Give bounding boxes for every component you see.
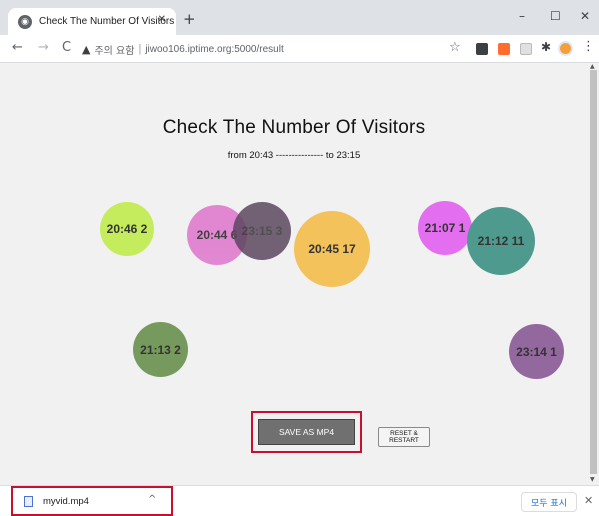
- bubble-label: 20:44 6: [196, 228, 238, 242]
- address-bar[interactable]: ▲ 주의 요함 | jiwoo106.iptime.org:5000/resul…: [82, 38, 462, 60]
- shelf-close-icon[interactable]: ✕: [584, 494, 593, 507]
- visitor-bubble: 21:13 2: [133, 322, 188, 377]
- reset-label-line1: RESET &: [390, 430, 418, 437]
- page-content: Check The Number Of Visitors from 20:43 …: [0, 63, 588, 485]
- browser-window: ◉ Check The Number Of Visitors ✕ + – ☐ ✕…: [0, 0, 599, 516]
- visitor-bubble: 20:46 2: [100, 202, 154, 256]
- new-tab-icon[interactable]: +: [183, 10, 196, 28]
- scroll-up-icon[interactable]: ▲: [590, 63, 595, 70]
- bubble-label: 23:14 1: [516, 344, 557, 359]
- bubble-label: 20:45 17: [308, 242, 356, 256]
- visitor-bubble: 23:15 3: [233, 202, 291, 260]
- tab-strip: ◉ Check The Number Of Visitors ✕ + – ☐ ✕: [0, 0, 599, 35]
- extension-2-icon[interactable]: [498, 43, 510, 55]
- chevron-up-icon[interactable]: ^: [148, 494, 156, 505]
- globe-icon: ◉: [18, 14, 32, 29]
- reset-restart-button[interactable]: RESET & RESTART: [378, 427, 430, 447]
- tab-title: Check The Number Of Visitors: [39, 16, 175, 27]
- tab-active[interactable]: ◉ Check The Number Of Visitors ✕: [8, 8, 176, 35]
- extension-1-icon[interactable]: [476, 43, 488, 55]
- address-toolbar: ← → C ▲ 주의 요함 | jiwoo106.iptime.org:5000…: [0, 35, 599, 63]
- extensions-puzzle-icon[interactable]: ✱: [541, 40, 551, 54]
- visitor-bubble: 21:07 1: [418, 201, 472, 255]
- bubble-label: 21:13 2: [140, 342, 181, 357]
- url-text[interactable]: jiwoo106.iptime.org:5000/result: [145, 44, 283, 55]
- download-shelf: myvid.mp4 ^ 모두 표시 ✕: [0, 485, 599, 516]
- minimize-icon[interactable]: –: [519, 9, 525, 23]
- tab-close-icon[interactable]: ✕: [158, 14, 166, 25]
- menu-dots-icon[interactable]: ⋮: [582, 39, 595, 54]
- url-separator: |: [138, 43, 142, 55]
- reset-label-line2: RESTART: [389, 437, 419, 444]
- warning-icon[interactable]: ▲: [82, 43, 90, 56]
- download-file-name[interactable]: myvid.mp4: [43, 496, 89, 507]
- bubble-label: 21:12 11: [477, 234, 525, 248]
- bookmark-star-icon[interactable]: ☆: [449, 40, 461, 55]
- visitor-bubble: 21:12 11: [467, 207, 535, 275]
- extension-3-icon[interactable]: [520, 43, 532, 55]
- time-range: from 20:43 --------------- to 23:15: [227, 150, 361, 161]
- save-as-mp4-button[interactable]: SAVE AS MP4: [258, 419, 355, 445]
- scroll-down-icon[interactable]: ▼: [590, 476, 595, 483]
- profile-avatar[interactable]: [558, 41, 573, 56]
- back-arrow-icon[interactable]: ←: [12, 40, 23, 55]
- visitor-bubble: 23:14 1: [509, 324, 564, 379]
- window-close-icon[interactable]: ✕: [580, 9, 590, 23]
- vertical-scrollbar[interactable]: ▲ ▼: [588, 63, 599, 485]
- reload-icon[interactable]: C: [62, 40, 71, 55]
- show-all-button[interactable]: 모두 표시: [521, 492, 577, 512]
- bubble-label: 23:15 3: [241, 224, 283, 238]
- save-button-highlight: SAVE AS MP4: [251, 411, 362, 453]
- file-icon: [24, 496, 33, 507]
- security-label[interactable]: 주의 요함: [94, 42, 134, 57]
- forward-arrow-icon[interactable]: →: [38, 40, 49, 55]
- bubble-label: 21:07 1: [424, 221, 466, 235]
- visitor-bubble: 20:45 17: [294, 211, 370, 287]
- maximize-icon[interactable]: ☐: [550, 9, 561, 23]
- bubble-label: 20:46 2: [106, 222, 148, 236]
- page-title: Check The Number Of Visitors: [162, 117, 426, 138]
- scroll-thumb[interactable]: [590, 70, 597, 474]
